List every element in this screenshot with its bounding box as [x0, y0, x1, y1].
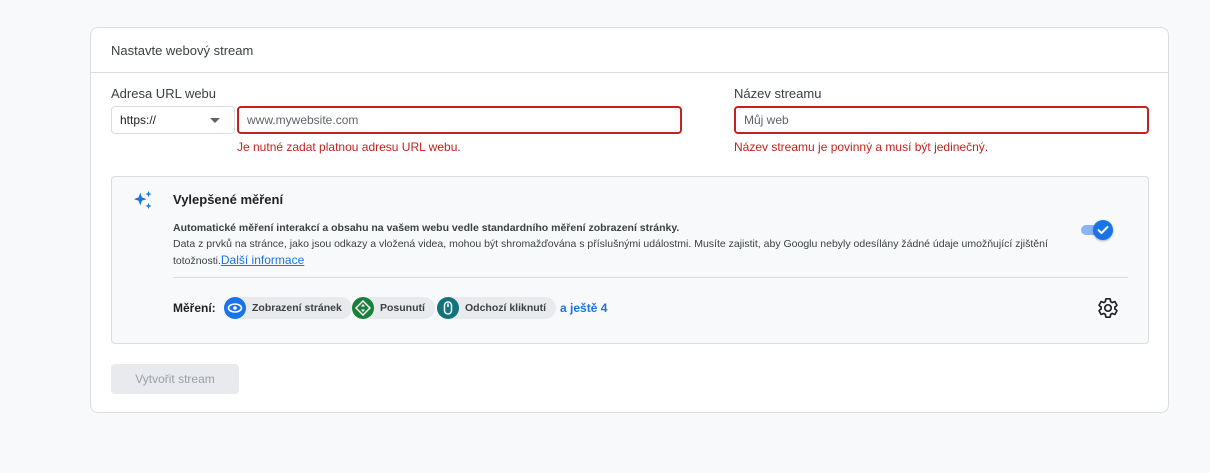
stream-name-label: Název streamu [734, 86, 822, 101]
enhanced-description-bold: Automatické měření interakcí a obsahu na… [173, 222, 680, 234]
enhanced-measurement-panel: Vylepšené měření Automatické měření inte… [111, 176, 1149, 344]
chevron-down-icon [210, 118, 220, 123]
url-label: Adresa URL webu [111, 86, 217, 101]
enhanced-description: Data z prvků na stránce, jako jsou odkaz… [173, 237, 1073, 269]
chip-label: Zobrazení stránek [252, 302, 342, 314]
url-error: Je nutné zadat platnou adresu URL webu. [237, 140, 461, 154]
chip-label: Posunutí [380, 302, 425, 314]
chip-page-views[interactable]: Zobrazení stránek [224, 297, 352, 319]
stream-name-input[interactable] [734, 106, 1149, 134]
eye-icon [224, 297, 246, 319]
card-title: Nastavte webový stream [111, 42, 254, 58]
mouse-icon [437, 297, 459, 319]
chip-outbound-clicks[interactable]: Odchozí kliknutí [437, 297, 557, 319]
protocol-select[interactable]: https:// [111, 106, 235, 134]
stream-name-error: Název streamu je povinný a musí být jedi… [734, 140, 989, 154]
card-header: Nastavte webový stream [91, 28, 1168, 73]
url-input[interactable] [237, 106, 682, 134]
more-link[interactable]: a ještě 4 [560, 301, 607, 315]
check-icon [1097, 226, 1109, 234]
chip-scrolls[interactable]: Posunutí [352, 297, 435, 319]
divider [173, 277, 1128, 278]
create-stream-button[interactable]: Vytvořit stream [111, 364, 239, 394]
measure-label: Měření: [173, 301, 216, 315]
learn-more-link[interactable]: Další informace [221, 253, 304, 267]
chip-label: Odchozí kliknutí [465, 302, 547, 314]
enhanced-title: Vylepšené měření [173, 192, 284, 207]
sparkle-icon [133, 190, 152, 210]
gear-icon[interactable] [1097, 297, 1119, 319]
protocol-value: https:// [120, 113, 157, 127]
enhanced-toggle[interactable] [1081, 220, 1113, 240]
web-stream-card: Nastavte webový stream Adresa URL webu h… [90, 27, 1169, 413]
scroll-icon [352, 297, 374, 319]
